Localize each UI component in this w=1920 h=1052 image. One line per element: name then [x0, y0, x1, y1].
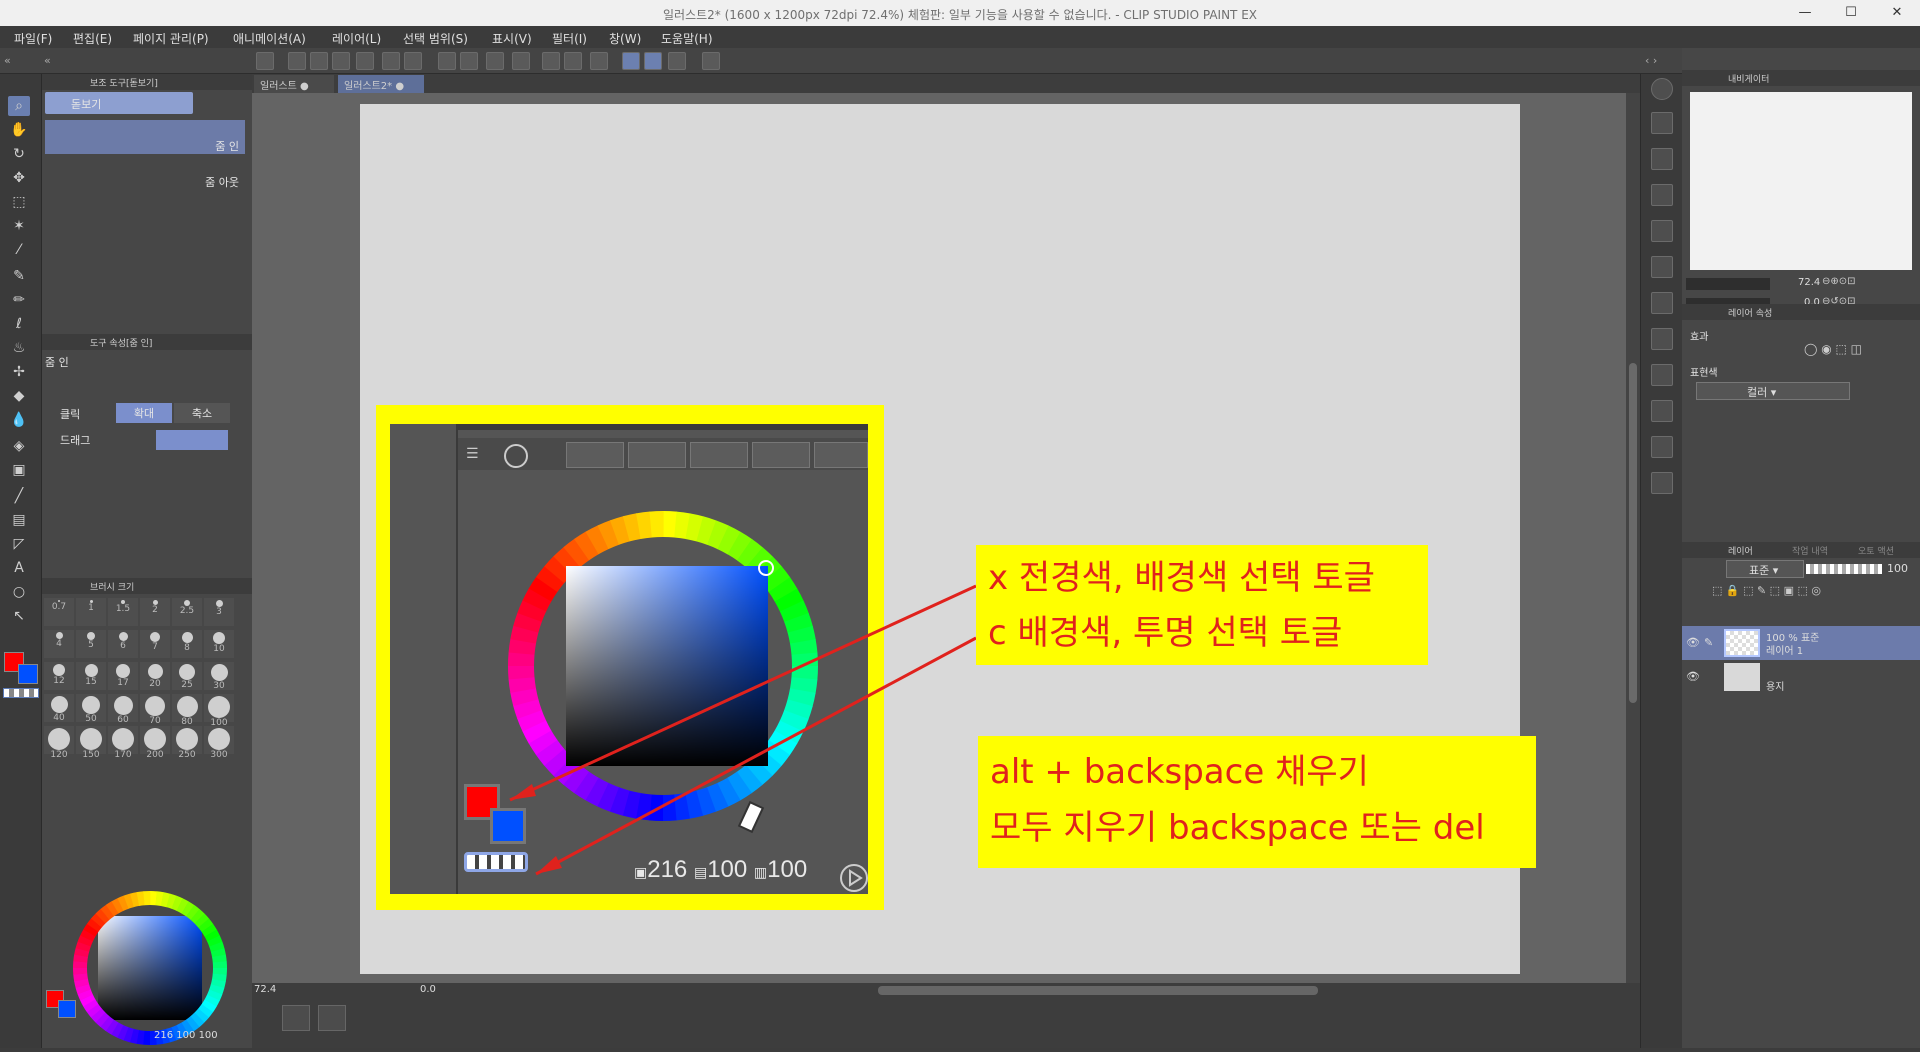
annotation-box-2: alt + backspace 채우기 모두 지우기 backspace 또는 … — [978, 736, 1536, 868]
zoom-buttons-icon[interactable]: ⊖⊕⊙⊡ — [1822, 276, 1856, 287]
material-icon-7[interactable] — [1651, 328, 1673, 350]
material-icon-9[interactable] — [1651, 400, 1673, 422]
annotation-line-3: alt + backspace 채우기 — [990, 744, 1524, 800]
auto-action-tab[interactable]: 오토 액션 — [1858, 544, 1894, 557]
expression-label: 표현색 — [1690, 364, 1718, 379]
horizontal-scroll-thumb[interactable] — [878, 986, 1318, 995]
right-icon-column — [1640, 74, 1682, 1048]
layer-panel-header: 레이어 작업 내역 오토 액션 — [1682, 542, 1920, 558]
annotation-box-1: x 전경색, 배경색 선택 토글 c 배경색, 투명 선택 토글 — [976, 545, 1428, 665]
expression-color-select[interactable]: 컬러 ▾ — [1696, 382, 1850, 400]
layer-property-title: 레이어 속성 — [1728, 306, 1772, 319]
vertical-scrollbar[interactable] — [1626, 93, 1640, 983]
material-icon-5[interactable] — [1651, 256, 1673, 278]
right-panel: 내비게이터 72.4 ⊖⊕⊙⊡ 0.0 ⊖↺⊙⊡ 레이어 속성 효과 ◯ ◉ ⬚… — [1682, 48, 1920, 1048]
navigator-panel-icon[interactable] — [1651, 78, 1673, 100]
layer-thumbnail — [1724, 629, 1760, 657]
status-bar: 72.4 0.0 — [252, 983, 1642, 999]
effect-buttons[interactable]: ◯ ◉ ⬚ ◫ — [1804, 342, 1912, 358]
history-tab[interactable]: 작업 내역 — [1792, 544, 1828, 557]
navigator-icon[interactable] — [318, 1005, 346, 1031]
layer-row-2[interactable]: 👁 용지 — [1682, 660, 1920, 694]
layer-toolbar-icons[interactable]: ⬚ 🔒 ⬚ ✎ ⬚ ▣ ⬚ ◎ — [1712, 584, 1912, 600]
blend-mode-select[interactable]: 표준 ▾ — [1726, 560, 1804, 578]
vertical-scroll-thumb[interactable] — [1629, 363, 1637, 703]
material-icon-8[interactable] — [1651, 364, 1673, 386]
material-icon[interactable] — [1651, 112, 1673, 134]
paper-thumbnail — [1724, 663, 1760, 691]
eye-icon[interactable]: 👁 — [1686, 670, 1700, 683]
annotation-line-4: 모두 지우기 backspace 또는 del — [990, 800, 1524, 856]
navigator-preview[interactable] — [1690, 92, 1912, 270]
layer-property-header: 레이어 속성 — [1682, 304, 1920, 320]
material-icon-6[interactable] — [1651, 292, 1673, 314]
opacity-value: 100 — [1887, 562, 1908, 575]
material-icon-3[interactable] — [1651, 184, 1673, 206]
material-icon-4[interactable] — [1651, 220, 1673, 242]
zoom-slider[interactable] — [1686, 278, 1770, 290]
layer-2-name: 용지 — [1766, 678, 1784, 693]
layer-1-name: 레이어 1 — [1766, 642, 1803, 657]
layer-panel-title: 레이어 — [1728, 544, 1753, 557]
navigator-zoom-value: 72.4 — [1798, 277, 1820, 288]
status-zoom: 72.4 — [254, 984, 276, 995]
material-icon-2[interactable] — [1651, 148, 1673, 170]
status-rotation: 0.0 — [420, 984, 436, 995]
navigator-header: 내비게이터 — [1682, 70, 1920, 86]
material-icon-10[interactable] — [1651, 436, 1673, 458]
layer-palette-icon[interactable] — [282, 1005, 310, 1031]
bottom-bar — [252, 999, 1642, 1048]
effect-label: 효과 — [1690, 328, 1708, 343]
blend-mode-value: 표준 — [1749, 564, 1769, 577]
eye-icon[interactable]: 👁 — [1686, 636, 1700, 649]
opacity-slider[interactable] — [1806, 564, 1882, 574]
navigator-title: 내비게이터 — [1728, 72, 1769, 85]
annotation-line-1: x 전경색, 배경색 선택 토글 — [988, 551, 1416, 606]
expression-value: 컬러 — [1747, 386, 1767, 399]
material-icon-11[interactable] — [1651, 472, 1673, 494]
layer-row-1[interactable]: 👁 ✎ 100 % 표준 레이어 1 — [1682, 626, 1920, 660]
pen-icon: ✎ — [1704, 636, 1713, 649]
annotation-line-2: c 배경색, 투명 선택 토글 — [988, 606, 1416, 661]
